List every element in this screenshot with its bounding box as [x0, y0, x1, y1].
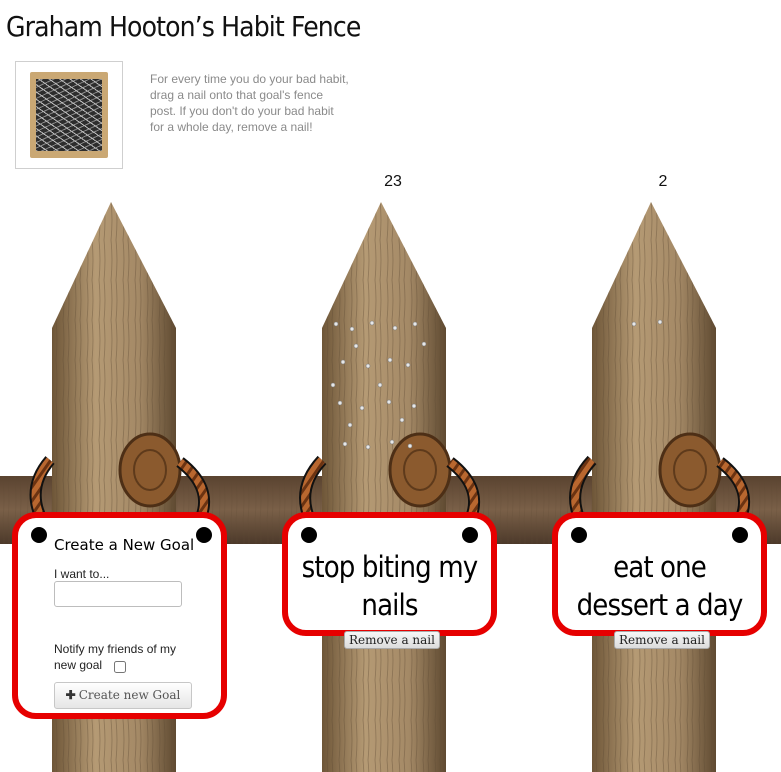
goal-text-input[interactable] [54, 581, 182, 607]
notify-friends-checkbox[interactable] [114, 661, 126, 673]
fence-post-goal-1 [322, 202, 452, 772]
want-label: I want to... [54, 567, 110, 581]
goal-2-remove-nail-button[interactable]: Remove a nail [614, 631, 710, 649]
fence-post-goal-2 [592, 202, 722, 772]
create-goal-title: Create a New Goal [54, 536, 195, 554]
create-goal-button-label: Create new Goal [78, 688, 181, 702]
goal-1-remove-nail-button[interactable]: Remove a nail [344, 631, 440, 649]
sign-hole [732, 527, 748, 543]
sign-hole [31, 527, 47, 543]
plus-icon: ✚ [65, 688, 76, 702]
sign-hole [301, 527, 317, 543]
sign-hole [196, 527, 212, 543]
goal-1-text: stop biting my nails [301, 550, 479, 622]
sign-hole [571, 527, 587, 543]
sign-hole [462, 527, 478, 543]
create-goal-sign: Create a New Goal I want to... Notify my… [12, 512, 227, 719]
goal-sign-2: eat one dessert a day [552, 512, 767, 636]
goal-2-text: eat one dessert a day [576, 550, 744, 622]
goal-sign-1: stop biting my nails [282, 512, 497, 636]
create-goal-button[interactable]: ✚ Create new Goal [54, 682, 192, 709]
